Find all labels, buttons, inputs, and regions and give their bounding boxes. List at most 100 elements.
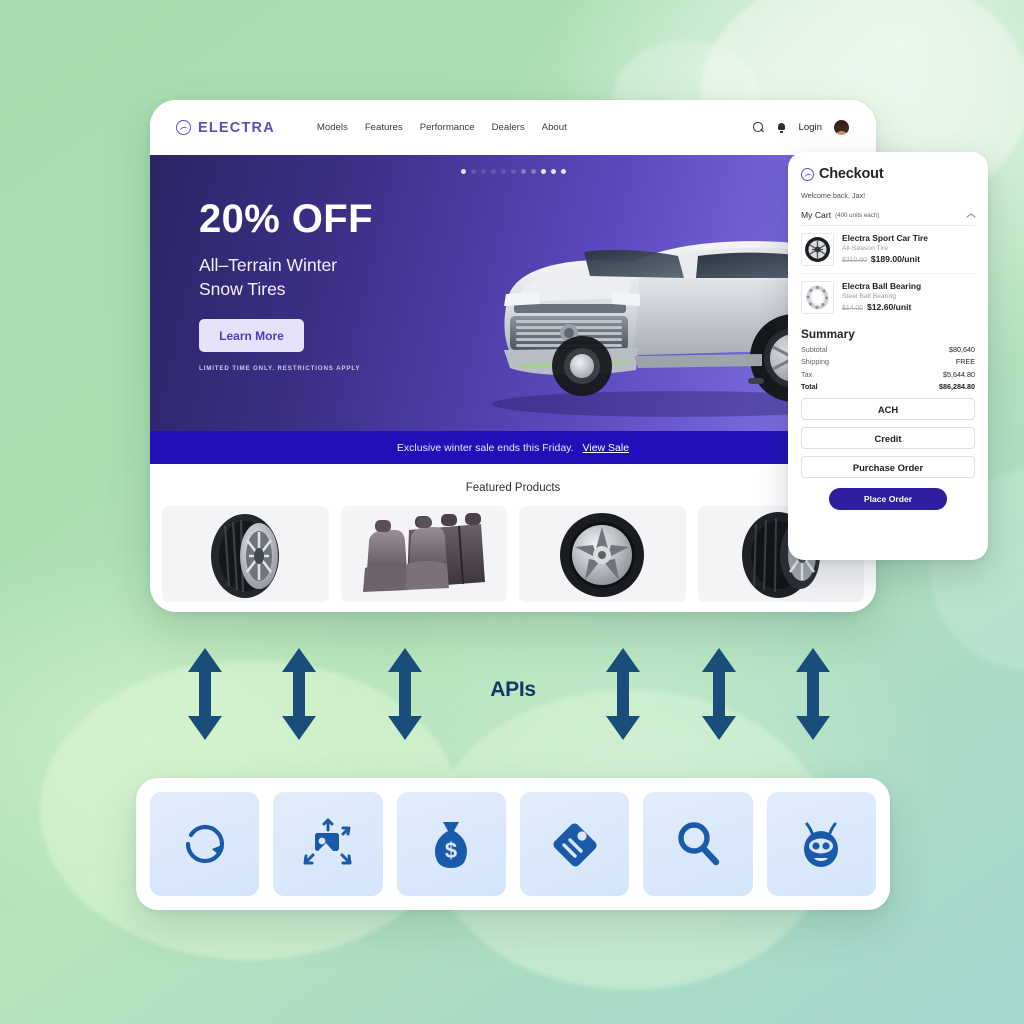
nav-item-models[interactable]: Models xyxy=(317,122,348,133)
search-magnifier-icon xyxy=(678,822,720,866)
hero-fine-print: LIMITED TIME ONLY. RESTRICTIONS APPLY xyxy=(199,365,361,373)
bidirectional-arrow-icon xyxy=(796,648,830,740)
cart-item-name: Electra Sport Car Tire xyxy=(842,233,928,243)
featured-products-row xyxy=(150,506,876,602)
cart-label: My Cart xyxy=(801,210,832,220)
hero-banner: 20% OFF All–Terrain Winter Snow Tires Lea… xyxy=(150,155,876,431)
product-card[interactable] xyxy=(340,506,507,602)
cart-item-new-price: $189.00/unit xyxy=(870,254,921,264)
hero-copy: 20% OFF All–Terrain Winter Snow Tires Lea… xyxy=(199,199,499,372)
price-tag-icon xyxy=(553,823,597,867)
cart-item-desc: All-Season Tire xyxy=(842,245,889,252)
electra-circle-wave-logo-icon xyxy=(801,167,814,181)
tire-wheel-thumb-icon xyxy=(801,233,834,266)
api-tile-search[interactable] xyxy=(643,792,753,896)
carousel-dot[interactable] xyxy=(480,169,486,174)
place-order-button[interactable]: Place Order xyxy=(829,488,947,510)
hero-subline: All–Terrain Winter Snow Tires xyxy=(199,255,338,299)
summary-value: $86,284.80 xyxy=(939,382,975,391)
bidirectional-arrow-icon xyxy=(388,648,422,740)
brand-name: ELECTRA xyxy=(198,119,275,136)
product-card[interactable] xyxy=(519,506,686,602)
summary-row-subtotal: Subtotal $80,640 xyxy=(801,345,975,354)
carousel-dot[interactable] xyxy=(540,169,546,174)
login-button[interactable]: Login xyxy=(799,122,822,133)
product-card[interactable] xyxy=(162,506,329,602)
learn-more-button[interactable]: Learn More xyxy=(199,319,304,353)
carousel-dot[interactable] xyxy=(470,169,476,174)
summary-value: $80,640 xyxy=(949,344,975,354)
bell-icon[interactable] xyxy=(776,122,788,134)
checkout-title: Checkout xyxy=(819,166,884,182)
chevron-up-icon[interactable] xyxy=(966,212,975,218)
cart-item-price: $210.00 $189.00/unit xyxy=(842,254,928,264)
promo-strip: Exclusive winter sale ends this Friday. … xyxy=(150,431,876,464)
search-icon[interactable] xyxy=(753,122,765,134)
summary-row-shipping: Shipping FREE xyxy=(801,357,975,366)
summary-row-total: Total $86,284.80 xyxy=(801,382,975,391)
carousel-dot[interactable] xyxy=(490,169,496,174)
cart-item-old-price: $14.00 xyxy=(842,305,864,312)
carousel-dot[interactable] xyxy=(510,169,516,174)
cart-section-header[interactable]: My Cart (400 units each) xyxy=(801,210,975,226)
payment-option-credit[interactable]: Credit xyxy=(801,427,975,449)
storefront-window: ELECTRA Models Features Performance Deal… xyxy=(150,100,876,612)
cart-item-old-price: $210.00 xyxy=(842,257,867,264)
nav-actions: Login xyxy=(753,119,850,136)
cart-item[interactable]: Electra Sport Car Tire All-Season Tire $… xyxy=(801,226,975,273)
nav-item-features[interactable]: Features xyxy=(365,122,403,133)
alloy-wheel-icon xyxy=(560,513,645,597)
api-tile-payments[interactable]: $ xyxy=(396,792,506,896)
nav-item-performance[interactable]: Performance xyxy=(420,122,475,133)
bidirectional-arrow-icon xyxy=(606,648,640,740)
carousel-dots[interactable] xyxy=(150,169,876,174)
nav-item-dealers[interactable]: Dealers xyxy=(492,122,525,133)
site-navbar: ELECTRA Models Features Performance Deal… xyxy=(150,100,876,155)
summary-label: Shipping xyxy=(801,357,829,366)
apis-label: APIs xyxy=(490,678,536,701)
summary-value: $5,644.80 xyxy=(943,369,975,379)
payment-option-purchase-order[interactable]: Purchase Order xyxy=(801,456,975,478)
bidirectional-arrow-icon xyxy=(188,648,222,740)
money-bag-icon: $ xyxy=(435,822,468,868)
page-background: ELECTRA Models Features Performance Deal… xyxy=(0,0,1024,1024)
car-seats-icon xyxy=(362,513,485,592)
ball-bearing-thumb-icon xyxy=(801,281,834,314)
carousel-dot[interactable] xyxy=(560,169,566,174)
checkout-panel: Checkout Welcome back, Jax! My Cart (400… xyxy=(788,152,988,560)
cart-item-new-price: $12.60/unit xyxy=(867,302,912,312)
welcome-message: Welcome back, Jax! xyxy=(801,191,866,200)
view-sale-link[interactable]: View Sale xyxy=(583,442,630,454)
carousel-dot[interactable] xyxy=(530,169,536,174)
nav-links: Models Features Performance Dealers Abou… xyxy=(317,122,567,133)
brand-logo[interactable]: ELECTRA xyxy=(176,120,275,136)
api-tile-sync[interactable] xyxy=(150,792,260,896)
summary-value: FREE xyxy=(955,357,975,366)
winter-tire-icon xyxy=(211,514,280,598)
carousel-dot[interactable] xyxy=(550,169,556,174)
avatar[interactable] xyxy=(833,119,850,136)
summary-label: Tax xyxy=(801,369,813,379)
image-resize-icon xyxy=(303,818,352,865)
cart-units: (400 units each) xyxy=(835,211,880,219)
payment-option-ach[interactable]: ACH xyxy=(801,398,975,420)
cart-item-desc: Steel Ball Bearing xyxy=(842,293,897,300)
api-services-bar: $ xyxy=(136,778,890,910)
cart-item[interactable]: Electra Ball Bearing Steel Ball Bearing … xyxy=(801,273,975,321)
api-tile-pricing-tag[interactable] xyxy=(519,792,630,896)
summary-label: Total xyxy=(801,382,818,391)
nav-item-about[interactable]: About xyxy=(542,122,567,133)
featured-products-title: Featured Products xyxy=(465,482,561,494)
cart-item-name: Electra Ball Bearing xyxy=(842,281,922,291)
carousel-dot[interactable] xyxy=(460,169,466,174)
svg-text:$: $ xyxy=(445,838,457,863)
hero-headline: 20% OFF xyxy=(199,197,373,241)
carousel-dot[interactable] xyxy=(520,169,526,174)
sync-refresh-icon xyxy=(185,824,224,864)
apis-connector-section: APIs xyxy=(150,640,876,750)
carousel-dot[interactable] xyxy=(500,169,506,174)
api-tile-image-resize[interactable] xyxy=(273,792,383,896)
summary-row-tax: Tax $5,644.80 xyxy=(801,370,975,379)
api-tile-bot[interactable] xyxy=(766,792,876,896)
electra-circle-wave-logo-icon xyxy=(176,120,191,135)
